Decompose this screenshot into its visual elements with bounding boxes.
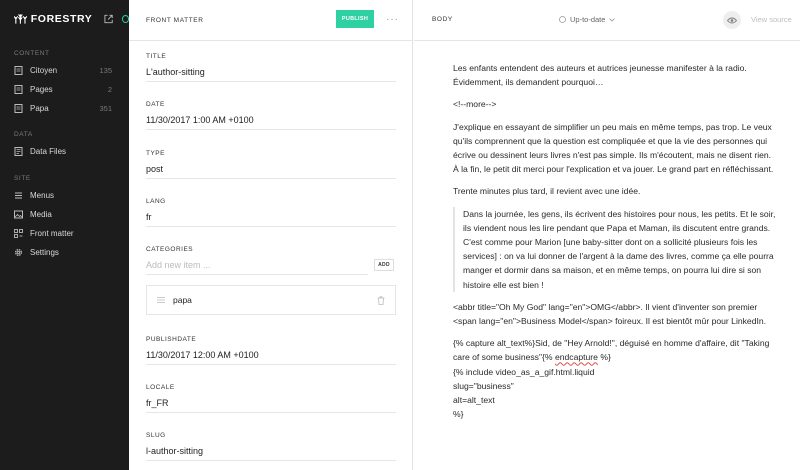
more-options-icon[interactable]: ··· [386, 14, 399, 25]
brand: FORESTRY [0, 0, 130, 38]
sidebar-item-label: Settings [30, 248, 59, 257]
gear-icon [15, 249, 22, 256]
sidebar-item-papa[interactable]: Papa 351 [0, 99, 129, 118]
sync-status-label: Up-to-date [570, 15, 606, 24]
slug-input[interactable]: l-author-sitting [146, 444, 396, 460]
liquid-text: {% capture alt_text%}Sid, de "Hey Arnold… [453, 338, 770, 363]
image-icon [14, 210, 23, 219]
liquid-line: slug="business" [453, 380, 514, 391]
date-input[interactable]: 11/30/2017 1:00 AM +0100 [146, 113, 396, 129]
field-categories[interactable]: CATEGORIES Add new item ... [146, 246, 368, 275]
chevron-down-icon [609, 17, 616, 22]
section-label-data: DATA [14, 131, 33, 138]
field-slug[interactable]: SLUG l-author-sitting [146, 432, 396, 461]
field-label: CATEGORIES [146, 246, 194, 253]
sidebar-item-label: Pages [30, 85, 53, 94]
field-locale[interactable]: LOCALE fr_FR [146, 384, 396, 413]
front-matter-title: FRONT MATTER [146, 16, 204, 24]
field-date[interactable]: DATE 11/30/2017 1:00 AM +0100 [146, 101, 396, 130]
spellcheck-word: endcapture [554, 352, 598, 363]
document-icon [14, 104, 23, 113]
field-lang[interactable]: LANG fr [146, 198, 396, 227]
body-more-tag: <!--more--> [453, 99, 497, 110]
sidebar: FORESTRY CONTENT Citoyen 135 Pages 2 Pap… [0, 0, 130, 470]
body-blockquote: Dans la journée, les gens, ils écrivent … [453, 206, 779, 292]
sidebar-item-count: 135 [99, 66, 112, 75]
sidebar-item-pages[interactable]: Pages 2 [0, 80, 129, 99]
body-paragraph: Les enfants entendent des auteurs et aut… [453, 63, 747, 88]
section-label-content: CONTENT [14, 50, 50, 57]
add-category-button[interactable]: ADD [374, 259, 394, 271]
body-header: BODY Up-to-date View source [414, 0, 800, 41]
sidebar-item-label: Papa [30, 104, 49, 113]
publish-button[interactable]: PUBLISH [336, 10, 374, 28]
field-title[interactable]: TITLE L'author-sitting [146, 53, 396, 82]
brand-name: FORESTRY [30, 13, 93, 25]
check-circle-icon [559, 16, 566, 23]
front-matter-panel: FRONT MATTER PUBLISH ··· TITLE L'author-… [129, 0, 413, 470]
field-label: SLUG [146, 432, 166, 439]
sidebar-item-citoyen[interactable]: Citoyen 135 [0, 61, 129, 80]
document-icon [14, 66, 23, 75]
eye-icon [727, 17, 737, 23]
sidebar-item-front-matter[interactable]: Front matter [0, 224, 129, 243]
field-label: LANG [146, 198, 166, 205]
sidebar-item-label: Media [30, 210, 52, 219]
list-item[interactable]: papa [146, 285, 396, 315]
field-publishdate[interactable]: PUBLISHDATE 11/30/2017 12:00 AM +0100 [146, 336, 396, 365]
publishdate-input[interactable]: 11/30/2017 12:00 AM +0100 [146, 348, 396, 364]
blockquote-text: Dans la journée, les gens, ils écrivent … [463, 208, 776, 290]
menu-icon [15, 192, 22, 199]
body-paragraph: J'explique en essayant de simplifier un … [453, 121, 774, 175]
body-editor[interactable]: Les enfants entendent des auteurs et aut… [453, 61, 779, 421]
trash-icon[interactable] [377, 295, 385, 305]
front-matter-header: FRONT MATTER PUBLISH ··· [129, 0, 412, 41]
sidebar-item-menus[interactable]: Menus [0, 186, 129, 205]
sync-status-dropdown[interactable]: Up-to-date [559, 15, 616, 24]
sidebar-item-media[interactable]: Media [0, 205, 129, 224]
view-source-link[interactable]: View source [751, 15, 792, 24]
document-icon [14, 85, 23, 94]
sidebar-item-data-files[interactable]: Data Files [0, 142, 129, 161]
forestry-logo-icon [14, 14, 27, 24]
field-label: TITLE [146, 53, 167, 60]
front-matter-icon [14, 229, 23, 238]
drag-handle-icon[interactable] [157, 297, 165, 303]
liquid-line: %} [453, 409, 464, 420]
liquid-line: alt=alt_text [453, 395, 495, 406]
field-label: LOCALE [146, 384, 175, 391]
field-type[interactable]: TYPE post [146, 150, 396, 179]
field-label: TYPE [146, 150, 165, 157]
body-panel: BODY Up-to-date View source Les enfants … [414, 0, 800, 470]
category-value: papa [173, 295, 192, 305]
type-input[interactable]: post [146, 162, 396, 178]
body-title: BODY [432, 16, 453, 23]
title-input[interactable]: L'author-sitting [146, 65, 396, 81]
sidebar-item-label: Menus [30, 191, 55, 200]
body-liquid-block: {% capture alt_text%}Sid, de "Hey Arnold… [453, 336, 779, 421]
field-label: PUBLISHDATE [146, 336, 197, 343]
liquid-line: {% capture alt_text%}Sid, de "Hey Arnold… [453, 336, 779, 364]
data-file-icon [14, 147, 23, 156]
liquid-text: %} [597, 352, 611, 363]
body-paragraph: <abbr title="Oh My God" lang="en">OMG</a… [453, 301, 767, 327]
sidebar-item-label: Front matter [30, 229, 74, 238]
lang-input[interactable]: fr [146, 210, 396, 226]
sidebar-item-count: 351 [99, 104, 112, 113]
section-label-site: SITE [14, 175, 31, 182]
sidebar-item-settings[interactable]: Settings [0, 243, 129, 262]
body-paragraph: Trente minutes plus tard, il revient ave… [453, 186, 641, 197]
categories-input[interactable]: Add new item ... [146, 258, 368, 274]
liquid-line: {% include video_as_a_gif.html.liquid [453, 366, 595, 377]
sidebar-item-label: Data Files [30, 147, 67, 156]
preview-toggle-button[interactable] [723, 11, 741, 29]
site-status-icon [121, 15, 130, 23]
external-link-icon[interactable] [104, 14, 114, 24]
sidebar-item-label: Citoyen [30, 66, 58, 75]
sidebar-item-count: 2 [107, 85, 112, 94]
locale-input[interactable]: fr_FR [146, 396, 396, 412]
field-label: DATE [146, 101, 165, 108]
